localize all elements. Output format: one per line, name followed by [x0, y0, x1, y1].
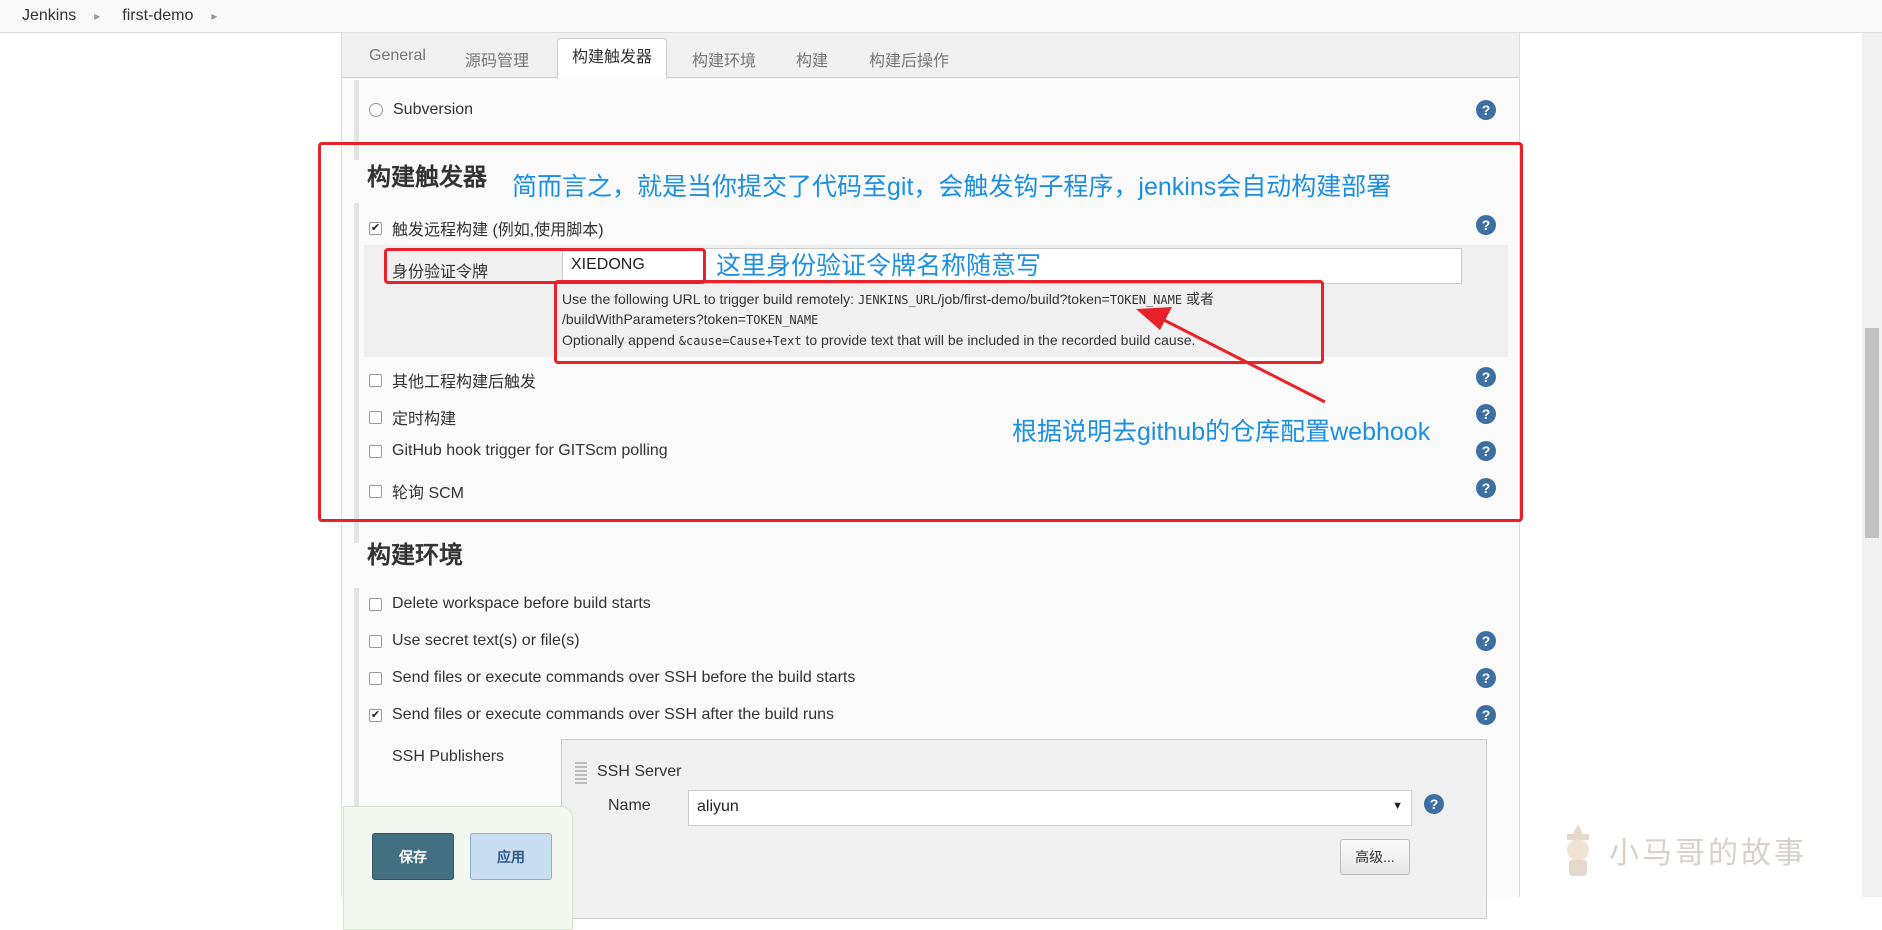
mascot-icon — [1567, 824, 1589, 876]
watermark-text: 小马哥的故事 — [1609, 836, 1807, 871]
annotation-arrow — [1136, 307, 1326, 404]
watermark: 小马哥的故事 — [1553, 822, 1807, 878]
page-scrollbar[interactable] — [1862, 33, 1882, 897]
scrollbar-thumb[interactable] — [1865, 328, 1879, 538]
